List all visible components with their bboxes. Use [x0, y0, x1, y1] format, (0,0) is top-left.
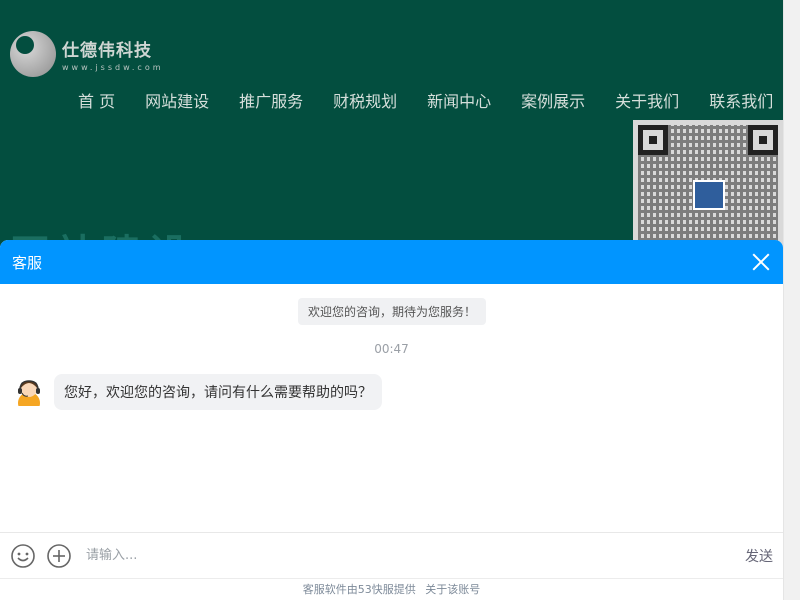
- message-input[interactable]: [84, 547, 745, 564]
- emoji-icon[interactable]: [10, 543, 36, 569]
- site-logo[interactable]: 仕德伟科技 www.jssdw.com: [10, 31, 164, 77]
- nav-item-contact[interactable]: 联系我们: [709, 88, 773, 112]
- provider-link[interactable]: 客服软件由53快服提供: [303, 583, 416, 596]
- page-scrollbar[interactable]: [783, 0, 800, 600]
- nav-item-about[interactable]: 关于我们: [615, 88, 679, 112]
- close-icon[interactable]: [751, 252, 771, 272]
- agent-message: 您好，欢迎您的咨询，请问有什么需要帮助的吗？: [54, 374, 382, 410]
- logo-icon: [10, 31, 56, 77]
- logo-url: www.jssdw.com: [62, 63, 164, 72]
- main-nav: 首 页 网站建设 推广服务 财税规划 新闻中心 案例展示 关于我们 联系我们: [78, 88, 773, 112]
- message-timestamp: 00:47: [374, 342, 409, 356]
- nav-item-cases[interactable]: 案例展示: [521, 88, 585, 112]
- logo-name: 仕德伟科技: [62, 41, 152, 61]
- nav-item-tax[interactable]: 财税规划: [333, 88, 397, 112]
- nav-item-website[interactable]: 网站建设: [145, 88, 209, 112]
- chat-bubble-icon: [693, 180, 725, 210]
- agent-avatar-icon: [18, 380, 40, 406]
- chat-input-bar: 发送: [0, 532, 783, 578]
- chat-title: 客服: [12, 253, 43, 272]
- chat-window: 客服 欢迎您的咨询，期待为您服务！ 00:47 您好，欢迎您的咨询，请问有什么需…: [0, 240, 783, 600]
- add-icon[interactable]: [46, 543, 72, 569]
- chat-header: 客服: [0, 240, 783, 284]
- nav-item-home[interactable]: 首 页: [78, 88, 115, 112]
- qr-code: [633, 120, 783, 260]
- nav-item-news[interactable]: 新闻中心: [427, 88, 491, 112]
- nav-item-promotion[interactable]: 推广服务: [239, 88, 303, 112]
- background-website: 仕德伟科技 www.jssdw.com 首 页 网站建设 推广服务 财税规划 新…: [0, 0, 783, 260]
- send-button[interactable]: 发送: [745, 546, 773, 566]
- chat-footer: 客服软件由53快服提供 关于该账号: [0, 578, 783, 600]
- about-account-link[interactable]: 关于该账号: [425, 583, 480, 596]
- welcome-notice: 欢迎您的咨询，期待为您服务！: [298, 298, 487, 325]
- chat-messages: 欢迎您的咨询，期待为您服务！ 00:47 您好，欢迎您的咨询，请问有什么需要帮助…: [0, 284, 783, 532]
